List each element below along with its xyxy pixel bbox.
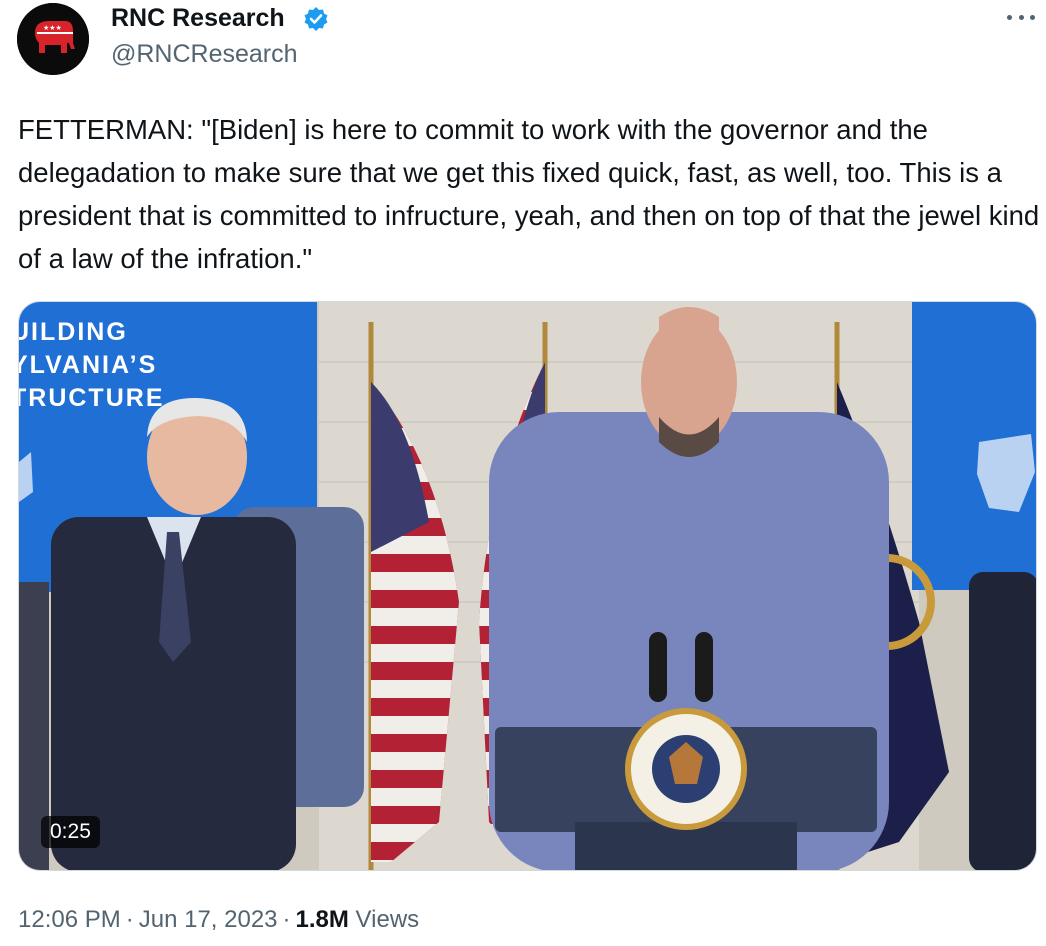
video-thumbnail xyxy=(19,302,1036,870)
more-dot xyxy=(1030,14,1035,20)
meta-separator: · xyxy=(282,906,291,933)
author-name[interactable]: RNC Research xyxy=(111,3,285,33)
svg-text:★★★: ★★★ xyxy=(43,24,62,32)
views-count[interactable]: 1.8M xyxy=(296,906,349,934)
more-dot xyxy=(1007,14,1012,20)
tweet-card: ★★★ RNC Research @RNCResearch FETTERMAN:… xyxy=(0,0,1046,946)
tweet-metadata: 12:06 PM · Jun 17, 2023 · 1.8M Views xyxy=(18,904,419,936)
more-options-icon[interactable] xyxy=(1004,4,1038,30)
video-duration-badge: 0:25 xyxy=(41,816,100,848)
meta-separator: · xyxy=(125,906,134,933)
screen-text-left: UILDING YLVANIA’S TRUCTURE xyxy=(18,318,165,412)
republican-elephant-icon: ★★★ xyxy=(17,3,89,75)
video-player[interactable]: UILDING YLVANIA’S TRUCTURE 0:25 xyxy=(18,301,1037,871)
verified-badge-icon xyxy=(304,7,328,31)
tweet-time[interactable]: 12:06 PM xyxy=(18,906,121,934)
views-label: Views xyxy=(348,906,420,933)
more-dot xyxy=(1018,14,1024,20)
tweet-date[interactable]: Jun 17, 2023 xyxy=(139,906,278,934)
author-handle[interactable]: @RNCResearch xyxy=(111,40,298,69)
tweet-text: FETTERMAN: "[Biden] is here to commit to… xyxy=(18,114,1040,274)
author-avatar[interactable]: ★★★ xyxy=(17,3,89,75)
